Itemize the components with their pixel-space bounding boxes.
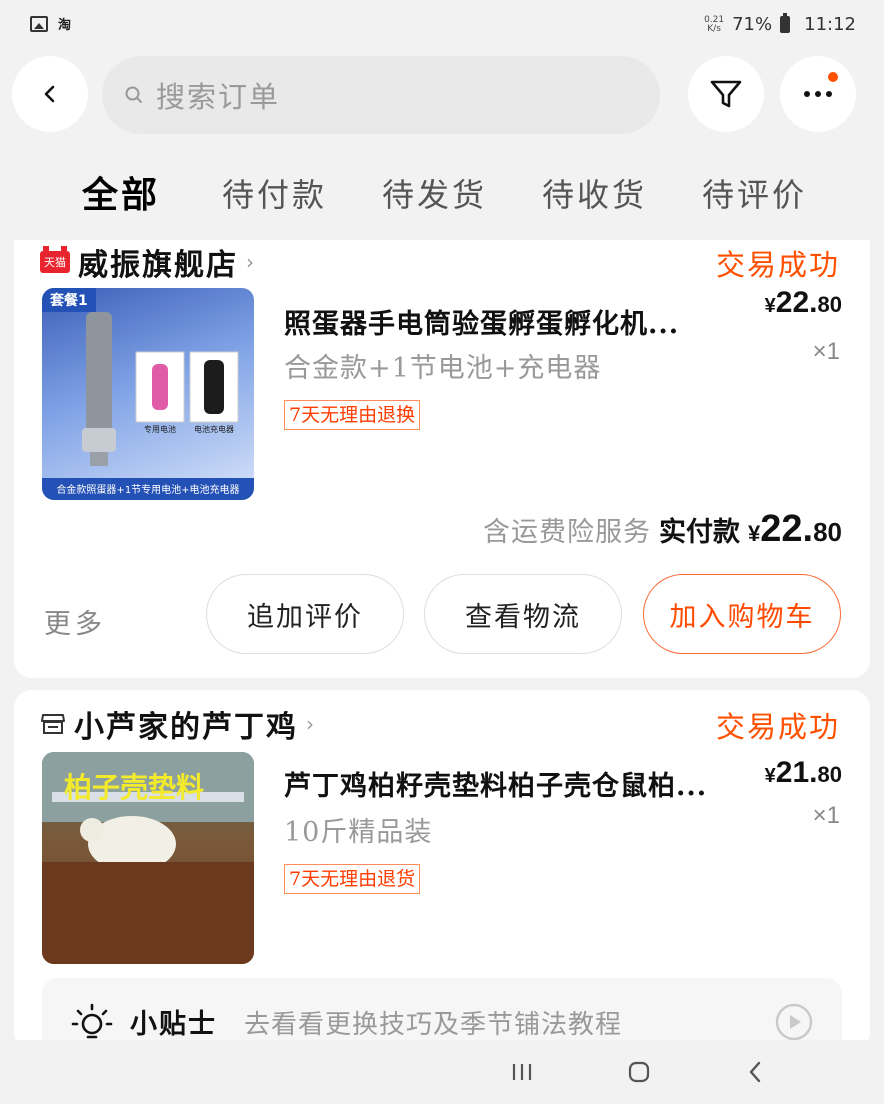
tmall-badge: 天猫 [40, 246, 70, 273]
lightbulb-icon [71, 1003, 113, 1039]
play-circle-icon[interactable] [774, 1002, 814, 1042]
clock: 11:12 [804, 14, 856, 35]
paid-amount: ¥22.80 [748, 508, 842, 550]
store-name: 小芦家的芦丁鸡 [74, 710, 298, 745]
order-tabs: 全部 待付款 待发货 待收货 待评价 [0, 170, 884, 234]
tips-label: 小贴士 [130, 1009, 217, 1040]
store-header[interactable]: 小芦家的芦丁鸡 › [40, 702, 314, 746]
nav-back-icon[interactable] [742, 1058, 770, 1086]
flashlight-illustration [42, 312, 254, 500]
chevron-left-icon [44, 85, 55, 103]
add-review-button[interactable]: 追加评价 [206, 574, 404, 654]
product-spec: 合金款+1节电池+充电器 [284, 353, 602, 384]
chevron-right-icon: › [306, 712, 314, 736]
product-image[interactable]: 柏子壳垫料 [42, 752, 254, 964]
top-bar: 搜索订单 [0, 56, 884, 136]
product-spec: 10斤精品装 [284, 817, 433, 848]
status-bar: 淘 0.21 K/s 71% 11:12 [0, 0, 884, 52]
quantity: ×1 [812, 802, 840, 829]
search-placeholder: 搜索订单 [156, 80, 281, 114]
battery-percent: 71% [732, 14, 773, 35]
search-input[interactable]: 搜索订单 [102, 56, 660, 134]
status-left: 淘 [30, 14, 71, 33]
order-status: 交易成功 [715, 248, 840, 282]
order-card[interactable]: 天猫 威振旗舰店 › 交易成功 套餐1 专用电池 电池充电器 合金款照蛋器+1节… [14, 240, 870, 678]
more-dots-icon [804, 91, 832, 97]
paid-label: 实付款 [659, 517, 740, 548]
store-icon [41, 714, 65, 734]
network-speed: 0.21 K/s [704, 14, 725, 34]
unit-price: ¥22.80 [764, 286, 842, 319]
order-status: 交易成功 [715, 710, 840, 744]
view-logistics-button[interactable]: 查看物流 [424, 574, 622, 654]
more-actions-link[interactable]: 更多 [44, 602, 106, 641]
add-to-cart-button[interactable]: 加入购物车 [643, 574, 841, 654]
return-policy-tag: 7天无理由退货 [284, 864, 421, 894]
image-overlay-text: 柏子壳垫料 [64, 771, 205, 804]
taobao-notification-icon: 淘 [58, 18, 72, 33]
tips-text: 去看看更换技巧及季节铺法教程 [244, 1010, 623, 1040]
search-icon [125, 86, 142, 103]
quantity: ×1 [812, 338, 840, 365]
filter-button[interactable] [688, 56, 764, 132]
paid-summary: 含运费险服务 实付款 ¥22.80 [483, 508, 842, 551]
gallery-notification-icon [30, 15, 48, 32]
battery-caption: 专用电池 [144, 425, 176, 434]
product-title[interactable]: 芦丁鸡柏籽壳垫料柏子壳仓鼠柏... [284, 764, 724, 803]
tab-pending-shipment[interactable]: 待发货 [382, 170, 487, 216]
tab-pending-review[interactable]: 待评价 [702, 170, 807, 216]
more-options-button[interactable] [780, 56, 856, 132]
recent-apps-icon[interactable] [508, 1058, 536, 1086]
system-nav-bar [0, 1040, 884, 1104]
product-image[interactable]: 套餐1 专用电池 电池充电器 合金款照蛋器+1节专用电池+电池充电器 [42, 288, 254, 500]
chevron-right-icon: › [246, 250, 254, 274]
home-icon[interactable] [625, 1058, 653, 1086]
back-button[interactable] [12, 56, 88, 132]
product-title[interactable]: 照蛋器手电筒验蛋孵蛋孵化机... [284, 302, 724, 341]
tab-pending-receipt[interactable]: 待收货 [542, 170, 647, 216]
shipping-insurance-note: 含运费险服务 [483, 517, 651, 548]
tab-pending-payment[interactable]: 待付款 [222, 170, 327, 216]
unit-price: ¥21.80 [764, 756, 842, 789]
filter-icon [710, 80, 742, 108]
return-policy-tag: 7天无理由退换 [284, 400, 421, 430]
notification-dot [828, 72, 838, 82]
charger-caption: 电池充电器 [194, 425, 234, 434]
store-header[interactable]: 天猫 威振旗舰店 › [40, 240, 254, 284]
image-caption: 合金款照蛋器+1节专用电池+电池充电器 [56, 485, 240, 496]
tab-all[interactable]: 全部 [82, 166, 160, 218]
status-right: 0.21 K/s 71% 11:12 [704, 13, 856, 35]
battery-icon [780, 13, 791, 33]
store-name: 威振旗舰店 [78, 248, 238, 283]
order-card[interactable]: 小芦家的芦丁鸡 › 交易成功 柏子壳垫料 芦丁鸡柏籽壳垫料柏子壳仓鼠柏... 1… [14, 690, 870, 1068]
